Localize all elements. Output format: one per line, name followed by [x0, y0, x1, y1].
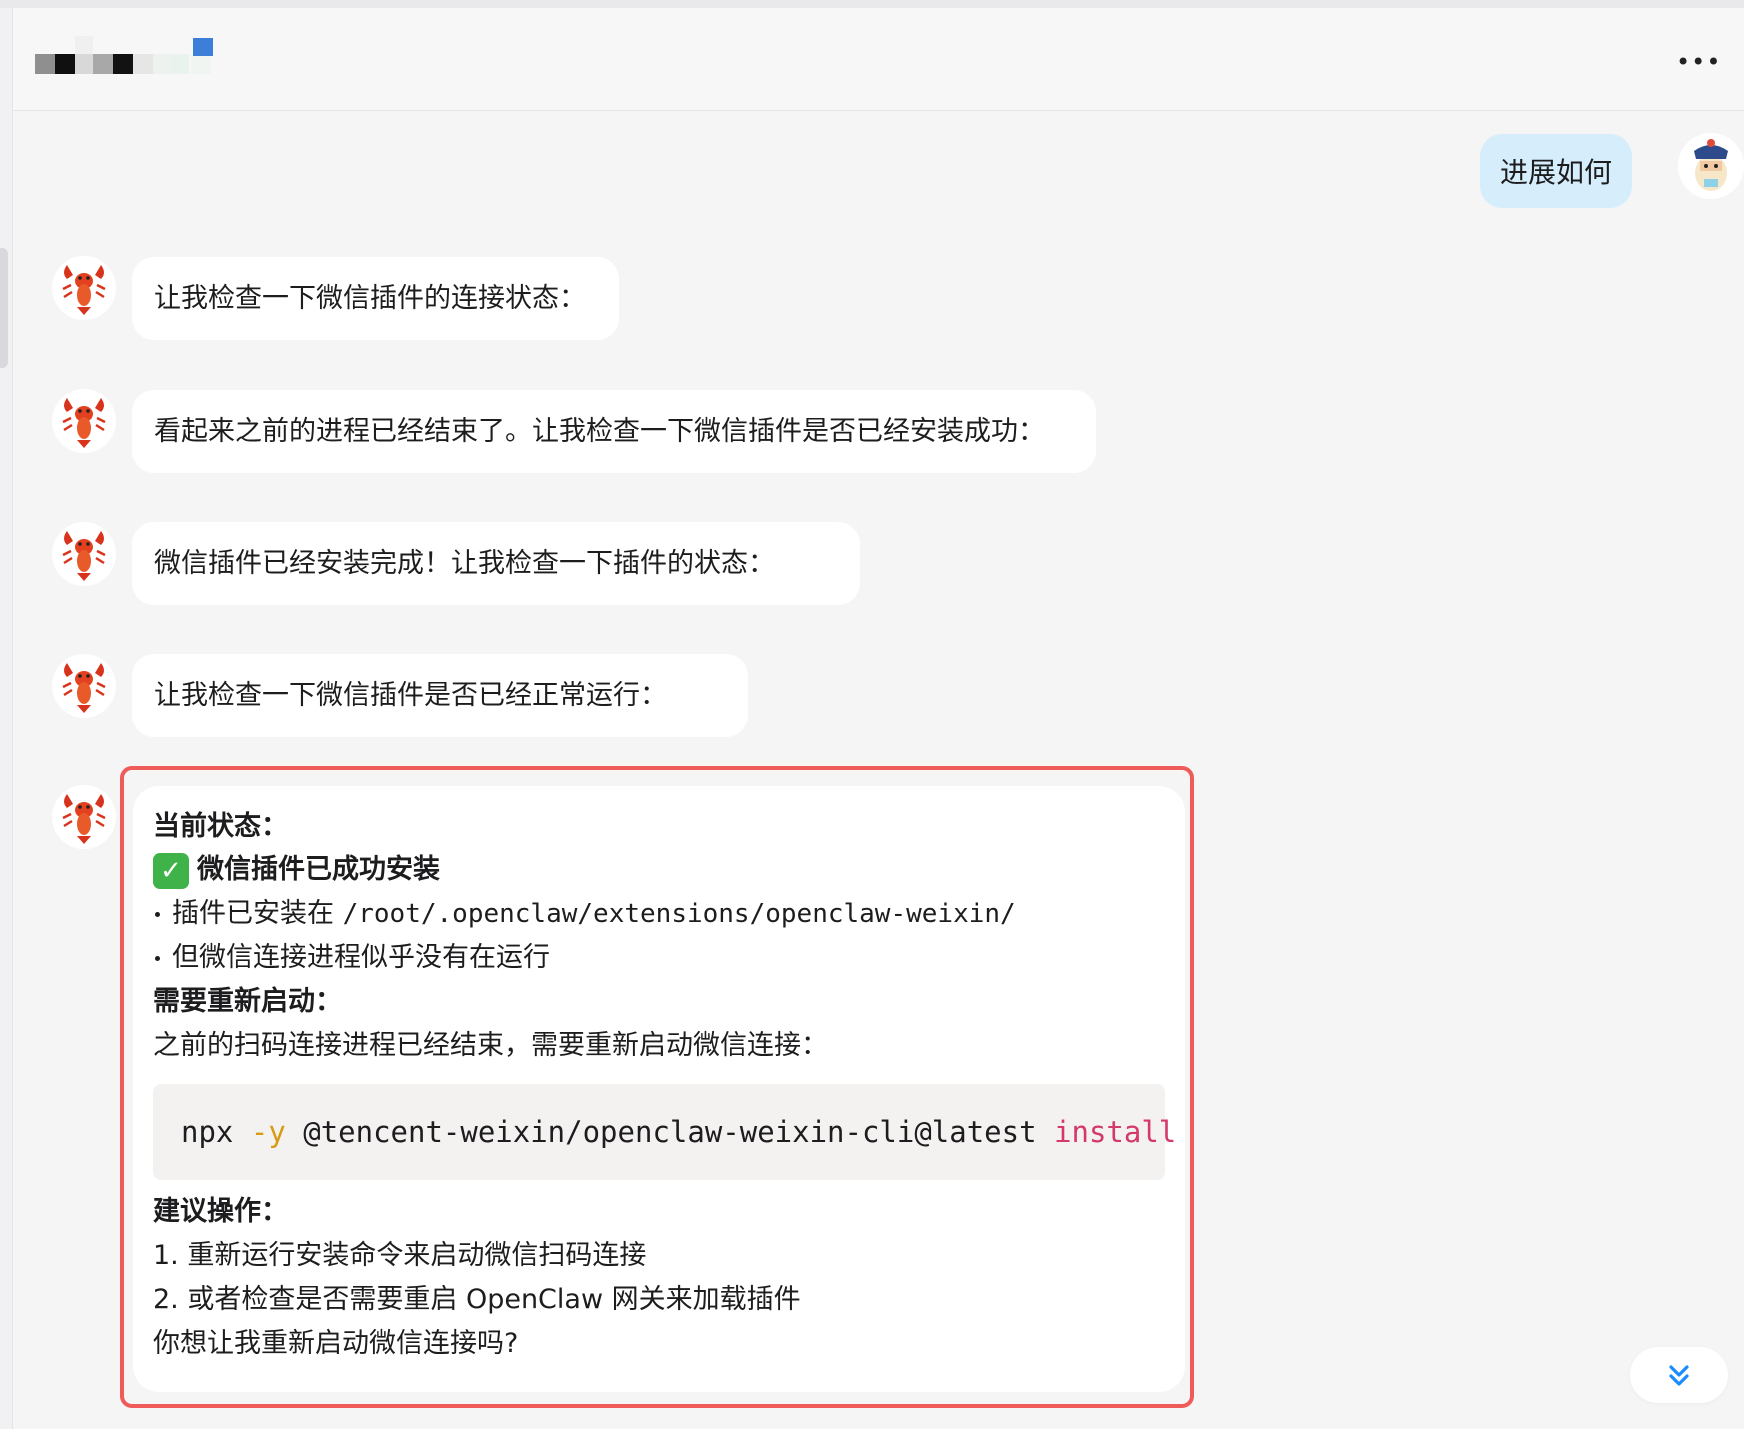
bot-message-1: 让我检查一下微信插件的连接状态：	[132, 257, 619, 340]
bot-avatar-1	[52, 256, 116, 320]
highlight-annotation-box	[120, 766, 1194, 1408]
lobster-icon	[62, 663, 106, 713]
sidebar-scroll-thumb[interactable]	[0, 248, 8, 368]
more-horizontal-icon: •••	[1676, 48, 1722, 76]
bot-message-2: 看起来之前的进程已经结束了。让我检查一下微信插件是否已经安装成功：	[132, 390, 1096, 473]
bot-avatar-4	[52, 654, 116, 718]
bot-avatar-3	[52, 522, 116, 586]
bot-avatar-5	[52, 785, 116, 849]
lobster-icon	[62, 398, 106, 448]
more-options-button[interactable]: •••	[1676, 50, 1720, 80]
chat-header: •••	[13, 8, 1744, 111]
bot-message-4: 让我检查一下微信插件是否已经正常运行：	[132, 654, 748, 737]
lobster-icon	[62, 531, 106, 581]
lobster-icon	[62, 265, 106, 315]
bot-message-3: 微信插件已经安装完成！让我检查一下插件的状态：	[132, 522, 860, 605]
user-avatar-icon[interactable]	[1678, 133, 1744, 199]
user-message-bubble: 进展如何	[1480, 134, 1632, 208]
lobster-icon	[62, 794, 106, 844]
bot-message-1-text: 让我检查一下微信插件的连接状态：	[154, 282, 586, 314]
bot-message-4-text: 让我检查一下微信插件是否已经正常运行：	[154, 679, 667, 711]
bot-avatar-2	[52, 389, 116, 453]
user-message-text: 进展如何	[1499, 156, 1612, 189]
bot-message-2-text: 看起来之前的进程已经结束了。让我检查一下微信插件是否已经安装成功：	[154, 415, 1045, 447]
chevrons-down-icon	[1669, 1365, 1689, 1386]
bot-message-3-text: 微信插件已经安装完成！让我检查一下插件的状态：	[154, 547, 775, 579]
left-sidebar-rail	[0, 8, 13, 1429]
window-top-strip	[0, 0, 1744, 8]
scroll-to-bottom-button[interactable]	[1630, 1347, 1728, 1403]
